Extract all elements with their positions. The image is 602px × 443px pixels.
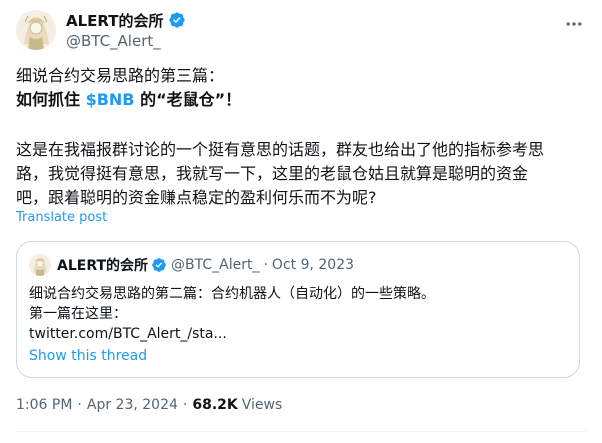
translate-post-link[interactable]: Translate post [16,210,107,225]
quoted-tweet-date[interactable]: Oct 9, 2023 [272,257,354,273]
more-horizontal-icon [566,22,582,26]
quoted-tweet-card[interactable]: ALERT的会所 @BTC_Alert_ · Oct 9, 2023 细说合约交… [16,241,580,378]
quoted-tweet-header: ALERT的会所 @BTC_Alert_ · Oct 9, 2023 [57,255,354,275]
tweet-text-line: 这是在我福报群讨论的一个挺有意思的话题，群友也给出了他的指标参考思 [16,140,545,159]
tweet-text-line: 细说合约交易思路的第三篇： [16,66,225,85]
separator-dot: · [182,397,188,413]
quoted-text-line: 细说合约交易思路的第二篇：合约机器人（自动化）的一些策略。 [29,286,435,302]
quoted-text-line: 第一篇在这里： [29,306,127,322]
separator-dot: · [263,257,268,273]
tweet-headline-suffix: 的“老鼠仓”！ [134,90,242,109]
separator-dot: · [77,397,82,413]
quoted-author-name[interactable]: ALERT的会所 [57,255,148,275]
views-label: Views [241,397,283,413]
tweet-date[interactable]: Apr 23, 2024 [87,397,178,413]
divider [16,431,586,432]
show-thread-link[interactable]: Show this thread [29,348,147,364]
tweet-headline: 如何抓住 $BNB 的“老鼠仓”！ [16,88,241,112]
views-count: 68.2K [192,397,238,413]
quoted-author-avatar[interactable] [29,254,51,276]
quoted-link-text: twitter.com/BTC_Alert_/sta... [29,326,227,342]
tweet-headline-prefix: 如何抓住 [16,90,86,109]
avatar-illustration-icon [16,10,56,50]
verified-badge-icon [168,12,185,28]
verified-badge-icon [152,258,166,272]
tweet-time[interactable]: 1:06 PM [16,397,72,413]
tweet-text-line: 吧，跟着聪明的资金赚点稳定的盈利何乐而不为呢? [16,188,377,207]
tweet-meta: 1:06 PM · Apr 23, 2024 · 68.2K Views [16,397,282,413]
author-name-row[interactable]: ALERT的会所 [66,10,186,30]
author-avatar[interactable] [16,10,56,50]
cashtag-link[interactable]: $BNB [86,90,135,109]
author-handle[interactable]: @BTC_Alert_ [66,32,161,50]
quoted-author-handle[interactable]: @BTC_Alert_ [171,257,259,273]
tweet-text-line: 路，我觉得挺有意思，我就写一下，这里的老鼠仓姑且就算是聪明的资金 [16,164,529,183]
avatar-illustration-icon [29,254,51,276]
more-options-button[interactable] [562,12,586,36]
author-name[interactable]: ALERT的会所 [66,10,164,31]
